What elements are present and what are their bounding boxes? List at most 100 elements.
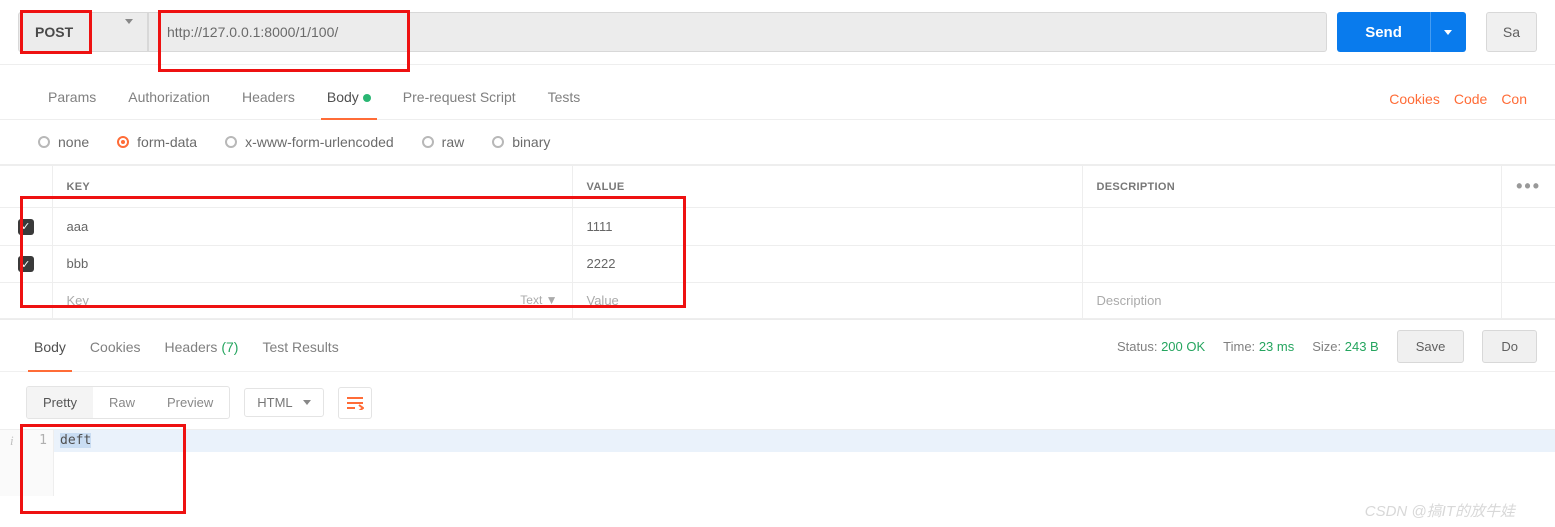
radio-label: x-www-form-urlencoded bbox=[245, 134, 394, 150]
table-row: ✓ aaa 1111 bbox=[0, 208, 1555, 246]
col-key: KEY bbox=[52, 166, 572, 208]
type-selector[interactable]: Text ▼ bbox=[520, 293, 557, 307]
download-response-button[interactable]: Do bbox=[1482, 330, 1537, 363]
radio-binary[interactable]: binary bbox=[492, 134, 550, 150]
chevron-down-icon bbox=[1444, 30, 1452, 35]
response-bar: Body Cookies Headers (7) Test Results St… bbox=[0, 319, 1555, 372]
response-tab-cookies[interactable]: Cookies bbox=[78, 331, 153, 363]
tab-body[interactable]: Body bbox=[311, 79, 387, 119]
status-value: 200 OK bbox=[1161, 339, 1205, 354]
col-more[interactable]: ••• bbox=[1502, 166, 1555, 208]
link-comments[interactable]: Con bbox=[1501, 91, 1527, 107]
cell-description[interactable] bbox=[1082, 245, 1502, 283]
form-data-table: KEY VALUE DESCRIPTION ••• ✓ aaa 1111 ✓ b… bbox=[0, 165, 1555, 319]
row-checkbox[interactable]: ✓ bbox=[18, 219, 34, 235]
request-tabs: Params Authorization Headers Body Pre-re… bbox=[0, 65, 1555, 120]
request-bar: POST http://127.0.0.1:8000/1/100/ Send S… bbox=[0, 0, 1555, 65]
col-checkbox bbox=[0, 166, 52, 208]
time-label: Time: bbox=[1223, 339, 1255, 354]
link-code[interactable]: Code bbox=[1454, 91, 1487, 107]
table-row-new: KeyText ▼ Value Description bbox=[0, 283, 1555, 319]
code-line bbox=[54, 452, 1555, 474]
gutter: i1 bbox=[0, 430, 54, 496]
headers-count: (7) bbox=[221, 339, 238, 355]
save-request-button[interactable]: Sa bbox=[1486, 12, 1537, 52]
info-icon: i bbox=[10, 430, 14, 452]
http-method-select[interactable]: POST bbox=[18, 12, 148, 52]
response-body-code: i1 deft bbox=[0, 429, 1555, 496]
radio-raw[interactable]: raw bbox=[422, 134, 465, 150]
wrap-lines-button[interactable] bbox=[338, 387, 372, 419]
radio-icon bbox=[38, 136, 50, 148]
response-view-toolbar: Pretty Raw Preview HTML bbox=[0, 372, 1555, 429]
cell-value[interactable]: 1111 bbox=[572, 208, 1082, 246]
row-checkbox[interactable]: ✓ bbox=[18, 256, 34, 272]
radio-none[interactable]: none bbox=[38, 134, 89, 150]
code-line: deft bbox=[54, 430, 1555, 452]
right-links: Cookies Code Con bbox=[1389, 91, 1537, 107]
chevron-down-icon bbox=[303, 400, 311, 405]
view-preview[interactable]: Preview bbox=[151, 387, 229, 418]
modified-dot-icon bbox=[363, 94, 371, 102]
request-url-value: http://127.0.0.1:8000/1/100/ bbox=[167, 24, 338, 40]
tab-authorization[interactable]: Authorization bbox=[112, 79, 226, 119]
code-text: deft bbox=[60, 433, 91, 448]
radio-label: binary bbox=[512, 134, 550, 150]
send-button-group: Send bbox=[1337, 12, 1466, 52]
status-label: Status: bbox=[1117, 339, 1157, 354]
view-mode-segment: Pretty Raw Preview bbox=[26, 386, 230, 419]
radio-icon bbox=[117, 136, 129, 148]
request-url-input[interactable]: http://127.0.0.1:8000/1/100/ bbox=[148, 12, 1327, 52]
cell-value-placeholder[interactable]: Value bbox=[572, 283, 1082, 319]
code-lines[interactable]: deft bbox=[54, 430, 1555, 496]
line-number bbox=[0, 452, 53, 474]
col-value: VALUE bbox=[572, 166, 1082, 208]
tab-prerequest[interactable]: Pre-request Script bbox=[387, 79, 532, 119]
send-dropdown[interactable] bbox=[1430, 12, 1466, 52]
radio-icon bbox=[492, 136, 504, 148]
table-row: ✓ bbb 2222 bbox=[0, 245, 1555, 283]
tab-body-label: Body bbox=[327, 89, 359, 105]
radio-x-www-form-urlencoded[interactable]: x-www-form-urlencoded bbox=[225, 134, 394, 150]
cell-key[interactable]: aaa bbox=[52, 208, 572, 246]
view-pretty[interactable]: Pretty bbox=[27, 387, 93, 418]
radio-form-data[interactable]: form-data bbox=[117, 134, 197, 150]
response-meta: Status: 200 OK Time: 23 ms Size: 243 B S… bbox=[1117, 330, 1537, 363]
line-number bbox=[0, 474, 53, 496]
cell-more bbox=[1502, 208, 1555, 246]
response-tab-headers-label: Headers bbox=[165, 339, 218, 355]
save-response-button[interactable]: Save bbox=[1397, 330, 1465, 363]
code-line bbox=[54, 474, 1555, 496]
wrap-icon bbox=[346, 396, 364, 410]
size-label: Size: bbox=[1312, 339, 1341, 354]
cell-description-placeholder[interactable]: Description bbox=[1082, 283, 1502, 319]
format-select[interactable]: HTML bbox=[244, 388, 323, 417]
radio-icon bbox=[225, 136, 237, 148]
tab-headers[interactable]: Headers bbox=[226, 79, 311, 119]
response-tab-body[interactable]: Body bbox=[22, 331, 78, 363]
radio-label: none bbox=[58, 134, 89, 150]
cell-key-placeholder[interactable]: KeyText ▼ bbox=[52, 283, 572, 319]
col-description: DESCRIPTION bbox=[1082, 166, 1502, 208]
cell-description[interactable] bbox=[1082, 208, 1502, 246]
chevron-down-icon bbox=[125, 24, 133, 40]
time-value: 23 ms bbox=[1259, 339, 1294, 354]
view-raw[interactable]: Raw bbox=[93, 387, 151, 418]
cell-key[interactable]: bbb bbox=[52, 245, 572, 283]
response-tab-headers[interactable]: Headers (7) bbox=[153, 331, 251, 363]
http-method-value: POST bbox=[35, 24, 73, 40]
response-tab-test-results[interactable]: Test Results bbox=[250, 331, 350, 363]
tab-tests[interactable]: Tests bbox=[532, 79, 597, 119]
format-value: HTML bbox=[257, 395, 292, 410]
radio-label: form-data bbox=[137, 134, 197, 150]
radio-label: raw bbox=[442, 134, 465, 150]
radio-icon bbox=[422, 136, 434, 148]
cell-more bbox=[1502, 245, 1555, 283]
tab-params[interactable]: Params bbox=[32, 79, 112, 119]
send-button[interactable]: Send bbox=[1337, 12, 1430, 52]
body-type-radios: none form-data x-www-form-urlencoded raw… bbox=[0, 120, 1555, 165]
cell-value[interactable]: 2222 bbox=[572, 245, 1082, 283]
link-cookies[interactable]: Cookies bbox=[1389, 91, 1440, 107]
line-number: i1 bbox=[0, 430, 53, 452]
cell-more bbox=[1502, 283, 1555, 319]
